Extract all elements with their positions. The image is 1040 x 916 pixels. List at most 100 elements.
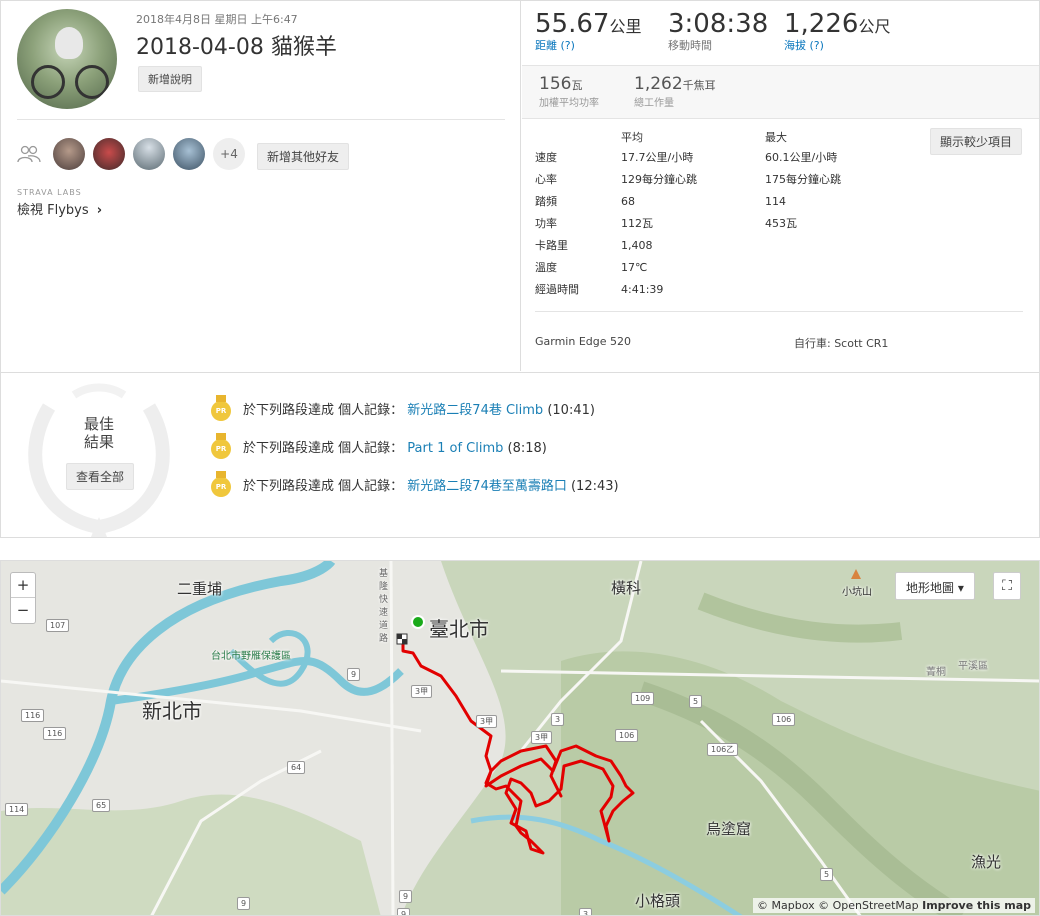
road-shield: 9 — [347, 668, 361, 681]
route-map[interactable]: 二重埔 臺北市 新北市 橫科 烏塗窟 漁光 小格頭 小坑山 平溪區 菁桐 台北市… — [0, 560, 1040, 916]
road-shield: 116 — [21, 709, 45, 722]
pr-medal-text: PR — [215, 406, 227, 415]
detail-cell-max: 60.1公里/小時 — [765, 151, 838, 164]
weighted-power-value: 156 — [539, 74, 572, 94]
zoom-in-button[interactable]: + — [11, 573, 35, 598]
activity-datetime: 2018年4月8日 星期日 上午6:47 — [136, 13, 298, 26]
detail-row: 卡路里 1,408 — [535, 234, 905, 256]
osm-attribution-link[interactable]: © OpenStreetMap — [818, 899, 919, 912]
pr-prefix: 於下列路段達成 — [243, 441, 339, 456]
road-shield: 5 — [689, 695, 703, 708]
avatar-wheel — [31, 65, 65, 99]
total-work-value: 1,262 — [634, 74, 683, 94]
pr-separator: ： — [390, 403, 408, 418]
fullscreen-icon[interactable]: ⛶ — [993, 572, 1021, 600]
map-label-xiaokengshan: 小坑山 — [842, 587, 872, 598]
moving-time-label: 移動時間 — [668, 39, 712, 52]
activity-title[interactable]: 2018-04-08 貓猴羊 — [136, 29, 337, 61]
map-label-wildbird-reserve: 台北市野雁保護區 — [211, 651, 291, 662]
pr-kind: 個人記錄 — [338, 479, 391, 494]
total-work-unit: 千焦耳 — [682, 79, 716, 92]
map-attribution: © Mapbox © OpenStreetMap Improve this ma… — [753, 898, 1035, 913]
pr-item: PR 於下列路段達成 個人記錄： 新光路二段74巷至萬壽路口 (12:43) — [211, 470, 619, 497]
map-label-pingxi: 平溪區 — [958, 661, 988, 672]
road-shield: 9 — [237, 897, 251, 910]
road-shield: 9 — [399, 890, 413, 903]
map-label-taipei: 臺北市 — [429, 617, 489, 641]
road-shield: 114 — [5, 803, 29, 816]
detail-cell-avg: 129每分鐘心跳 — [621, 173, 697, 186]
flybys-link[interactable]: 檢視 Flybys › — [17, 199, 102, 218]
stat-total-work: 1,262千焦耳 總工作量 — [634, 74, 716, 109]
pr-kind: 個人記錄 — [338, 441, 391, 456]
detail-cell-max: 114 — [765, 194, 786, 208]
elevation-value: 1,226 — [784, 9, 859, 39]
detail-cell-label: 溫度 — [535, 261, 557, 274]
strava-labs-label: STRAVA LABS — [17, 188, 82, 197]
road-shield: 106乙 — [707, 743, 739, 756]
friend-avatar[interactable] — [173, 138, 205, 170]
add-description-button[interactable]: 新增說明 — [138, 66, 202, 92]
road-shield: 109 — [631, 692, 655, 705]
zoom-out-button[interactable]: − — [11, 598, 35, 623]
more-friends-count[interactable]: +4 — [213, 138, 245, 170]
divider — [17, 119, 505, 120]
friend-avatar[interactable] — [53, 138, 85, 170]
road-shield: 64 — [287, 761, 306, 774]
stat-moving-time: 3:08:38 移動時間 — [668, 9, 768, 53]
distance-unit: 公里 — [609, 17, 642, 36]
view-all-button[interactable]: 查看全部 — [66, 463, 135, 490]
road-shield: 9 — [397, 908, 411, 915]
secondary-stats: 156瓦 加權平均功率 1,262千焦耳 總工作量 — [522, 65, 1039, 119]
pr-kind: 個人記錄 — [338, 403, 391, 418]
flybys-label: 檢視 Flybys — [17, 203, 89, 218]
map-label-jingtong: 菁桐 — [926, 667, 946, 678]
map-label-sanchong: 二重埔 — [177, 580, 223, 598]
detail-row: 心率 129每分鐘心跳 175每分鐘心跳 — [535, 168, 905, 190]
divider — [535, 311, 1023, 312]
detail-cell-avg: 17℃ — [621, 260, 648, 274]
pr-prefix: 於下列路段達成 — [243, 479, 339, 494]
map-label-wutuku: 烏塗窟 — [706, 820, 752, 838]
road-shield: 3甲 — [411, 685, 433, 698]
friend-avatar[interactable] — [93, 138, 125, 170]
detail-header-row: 平均 最大 — [535, 128, 905, 146]
elevation-label[interactable]: 海拔 (?) — [784, 37, 890, 53]
athlete-avatar[interactable] — [17, 9, 117, 109]
detail-cell-max — [765, 278, 905, 300]
activity-stats-panel: 55.67公里 距離 (?) 3:08:38 移動時間 1,226公尺 海拔 (… — [522, 1, 1039, 371]
detail-row: 踏頻 68 114 — [535, 190, 905, 212]
detail-cell-label: 卡路里 — [535, 239, 568, 252]
pr-separator: ： — [390, 479, 408, 494]
group-icon — [17, 145, 41, 163]
mapbox-attribution-link[interactable]: © Mapbox — [757, 899, 815, 912]
friend-avatar[interactable] — [133, 138, 165, 170]
map-type-dropdown[interactable]: 地形地圖 ▾ — [895, 572, 975, 600]
pr-segment-link[interactable]: 新光路二段74巷至萬壽路口 — [407, 479, 567, 494]
pr-segment-link[interactable]: 新光路二段74巷 Climb — [407, 403, 543, 418]
best-efforts-title-line1: 最佳 — [83, 415, 114, 433]
avatar-wheel — [75, 65, 109, 99]
activity-summary-panel: 2018年4月8日 星期日 上午6:47 2018-04-08 貓猴羊 新增說明… — [1, 1, 521, 371]
road-shield: 106 — [772, 713, 796, 726]
detail-cell-avg: 4:41:39 — [621, 282, 664, 296]
best-efforts-title: 最佳 結果 — [59, 415, 139, 451]
pr-medal-text: PR — [215, 444, 227, 453]
pr-medal-icon: PR — [211, 394, 231, 421]
show-fewer-button[interactable]: 顯示較少項目 — [930, 128, 1023, 155]
road-shield: 65 — [92, 799, 111, 812]
pr-medal-icon: PR — [211, 470, 231, 497]
activity-card: 2018年4月8日 星期日 上午6:47 2018-04-08 貓猴羊 新增說明… — [0, 0, 1040, 538]
pr-segment-link[interactable]: Part 1 of Climb — [407, 441, 503, 456]
distance-label[interactable]: 距離 (?) — [535, 37, 641, 53]
road-shield: 106 — [615, 729, 639, 742]
improve-map-link[interactable]: Improve this map — [922, 899, 1031, 912]
detail-cell-label: 功率 — [535, 217, 557, 230]
pr-time: (10:41) — [543, 403, 595, 418]
add-friends-button[interactable]: 新增其他好友 — [257, 143, 350, 170]
laurel-wreath-icon — [28, 383, 170, 537]
medal-ribbon — [216, 470, 226, 478]
detail-header-max: 最大 — [765, 131, 787, 144]
detail-cell-max — [765, 256, 905, 278]
detail-header-empty — [535, 128, 621, 146]
